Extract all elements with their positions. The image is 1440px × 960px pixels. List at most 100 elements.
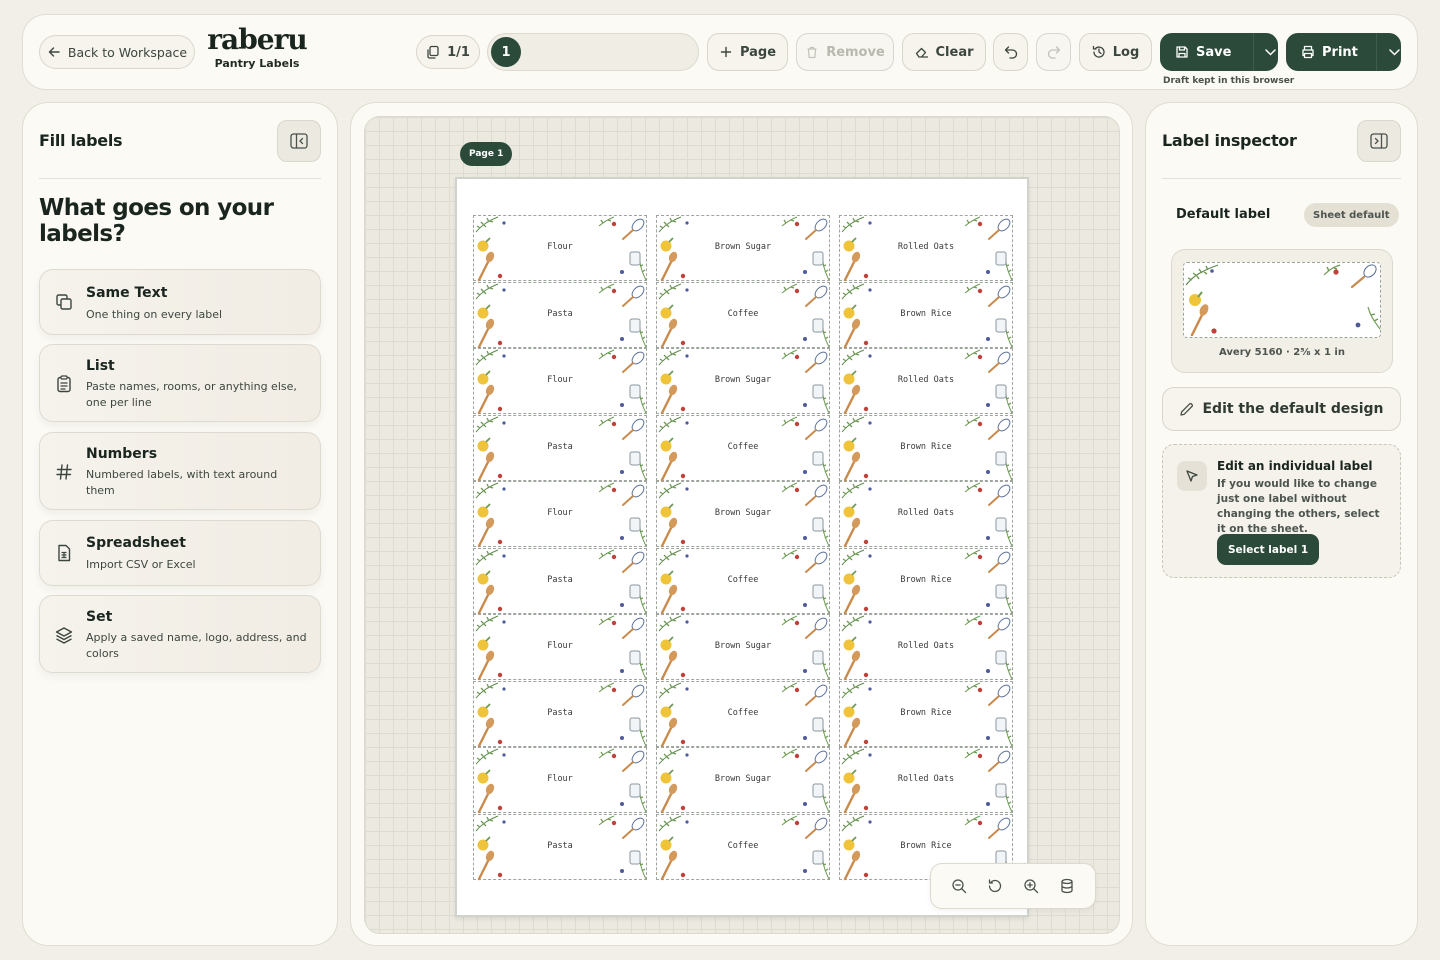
sheet-label[interactable]: Pasta — [473, 414, 647, 481]
sheet-label[interactable]: Pasta — [473, 547, 647, 614]
cursor-pointer-icon — [1177, 461, 1207, 491]
select-label-button[interactable]: Select label 1 — [1217, 534, 1320, 565]
option-set[interactable]: Set Apply a saved name, logo, address, a… — [39, 595, 321, 673]
plus-icon — [719, 45, 733, 59]
sheet-label[interactable]: Brown Sugar — [656, 215, 830, 282]
label-text: Coffee — [727, 308, 759, 319]
option-title: Numbers — [86, 446, 158, 462]
label-text: Brown Rice — [900, 840, 952, 851]
option-spreadsheet[interactable]: Spreadsheet Import CSV or Excel — [39, 520, 321, 586]
label-text: Pasta — [547, 574, 573, 585]
clear-label: Clear — [935, 44, 974, 60]
sheet-canvas[interactable]: Page 1 Flour Brown Sugar Rolled Oats Pas… — [364, 116, 1120, 934]
option-desc: Import CSV or Excel — [86, 558, 196, 571]
sheet-label[interactable]: Brown Sugar — [656, 348, 830, 415]
zoom-in-icon[interactable] — [1019, 874, 1043, 898]
fill-headline: What goes on your labels? — [39, 195, 274, 247]
sheet-label[interactable]: Brown Sugar — [656, 614, 830, 681]
sheet-label[interactable]: Brown Rice — [839, 281, 1013, 348]
label-text: Brown Sugar — [714, 641, 772, 651]
page-count: 1/1 — [447, 44, 470, 60]
option-same-text[interactable]: Same Text One thing on every label — [39, 269, 321, 335]
edit-default-design-button[interactable]: Edit the default design — [1162, 387, 1401, 431]
option-list[interactable]: List Paste names, rooms, or anything els… — [39, 344, 321, 422]
sheet-label[interactable]: Flour — [473, 215, 647, 282]
page-strip: 1 — [487, 33, 699, 71]
sheet-label[interactable]: Brown Sugar — [656, 481, 830, 548]
page-count-button[interactable]: 1/1 — [416, 35, 480, 69]
zoom-out-icon[interactable] — [947, 874, 971, 898]
reset-zoom-icon[interactable] — [983, 874, 1007, 898]
option-desc: Numbered labels, with text around them — [86, 468, 278, 497]
sheet-label[interactable]: Coffee — [656, 680, 830, 747]
kitchen-decoration-icon — [1185, 264, 1381, 337]
draft-note: Draft kept in this browser — [1163, 76, 1295, 86]
option-title: Same Text — [86, 285, 168, 301]
label-text: Rolled Oats — [897, 508, 955, 518]
label-text: Rolled Oats — [897, 375, 955, 385]
sheet-label[interactable]: Brown Sugar — [656, 747, 830, 814]
sheet-label[interactable]: Flour — [473, 614, 647, 681]
save-button[interactable]: Save — [1160, 33, 1278, 71]
label-text: Rolled Oats — [897, 641, 955, 651]
edit-default-label: Edit the default design — [1202, 401, 1384, 417]
sheet-panel: Page 1 Flour Brown Sugar Rolled Oats Pas… — [350, 102, 1133, 946]
sheet-label[interactable]: Pasta — [473, 680, 647, 747]
undo-button[interactable] — [993, 33, 1028, 71]
sheet-label[interactable]: Flour — [473, 348, 647, 415]
sheet-label[interactable]: Rolled Oats — [839, 348, 1013, 415]
sheet-label[interactable]: Brown Rice — [839, 680, 1013, 747]
brand-logo: raberu — [207, 23, 307, 56]
label-text: Coffee — [727, 441, 759, 452]
print-button[interactable]: Print — [1286, 33, 1401, 71]
preview-caption: Avery 5160 · 2⅝ x 1 in — [1219, 347, 1345, 358]
sheet-label[interactable]: Rolled Oats — [839, 481, 1013, 548]
sheet-label[interactable]: Flour — [473, 747, 647, 814]
log-button[interactable]: Log — [1079, 33, 1152, 71]
sheet-label[interactable]: Flour — [473, 481, 647, 548]
default-label-preview[interactable]: Avery 5160 · 2⅝ x 1 in — [1171, 249, 1393, 373]
sheet-label[interactable]: Coffee — [656, 281, 830, 348]
sidebar-expand-icon — [1370, 133, 1388, 149]
remove-page-button[interactable]: Remove — [796, 33, 894, 71]
label-text: Rolled Oats — [897, 774, 955, 784]
sheet-label[interactable]: Rolled Oats — [839, 614, 1013, 681]
chevron-down-icon[interactable] — [1388, 45, 1400, 59]
label-text: Flour — [547, 508, 573, 518]
print-divider — [1376, 33, 1378, 71]
sheet-label[interactable]: Brown Rice — [839, 547, 1013, 614]
sheet-label[interactable]: Pasta — [473, 281, 647, 348]
back-to-workspace-button[interactable]: Back to Workspace — [39, 35, 195, 69]
collapse-right-button[interactable] — [1357, 120, 1401, 162]
layers-icon — [54, 625, 74, 645]
clipboard-list-icon — [54, 374, 74, 394]
edit-individual-card: Edit an individual label If you would li… — [1162, 444, 1401, 578]
label-text: Brown Sugar — [714, 242, 772, 252]
label-text: Flour — [547, 641, 573, 651]
option-desc: One thing on every label — [86, 308, 223, 321]
sidebar-collapse-icon — [290, 133, 308, 149]
clear-button[interactable]: Clear — [902, 33, 986, 71]
collapse-left-button[interactable] — [277, 120, 321, 162]
add-page-button[interactable]: Page — [707, 33, 788, 71]
remove-label: Remove — [826, 44, 885, 60]
sheet-label[interactable]: Coffee — [656, 547, 830, 614]
redo-button[interactable] — [1036, 33, 1071, 71]
sheet-label[interactable]: Rolled Oats — [839, 747, 1013, 814]
label-text: Flour — [547, 375, 573, 385]
panel-divider — [39, 178, 321, 179]
sheet-label[interactable]: Rolled Oats — [839, 215, 1013, 282]
data-source-icon[interactable] — [1055, 874, 1079, 898]
chevron-down-icon[interactable] — [1265, 45, 1277, 59]
sheet-label[interactable]: Coffee — [656, 813, 830, 880]
sheet-default-badge: Sheet default — [1304, 203, 1399, 227]
label-text: Brown Sugar — [714, 375, 772, 385]
sheet-label[interactable]: Coffee — [656, 414, 830, 481]
label-text: Pasta — [547, 840, 573, 851]
option-title: List — [86, 358, 115, 374]
sheet-label[interactable]: Brown Rice — [839, 414, 1013, 481]
copy-icon — [54, 292, 74, 312]
option-numbers[interactable]: Numbers Numbered labels, with text aroun… — [39, 432, 321, 510]
sheet-label[interactable]: Pasta — [473, 813, 647, 880]
page-chip[interactable]: 1 — [491, 37, 521, 67]
